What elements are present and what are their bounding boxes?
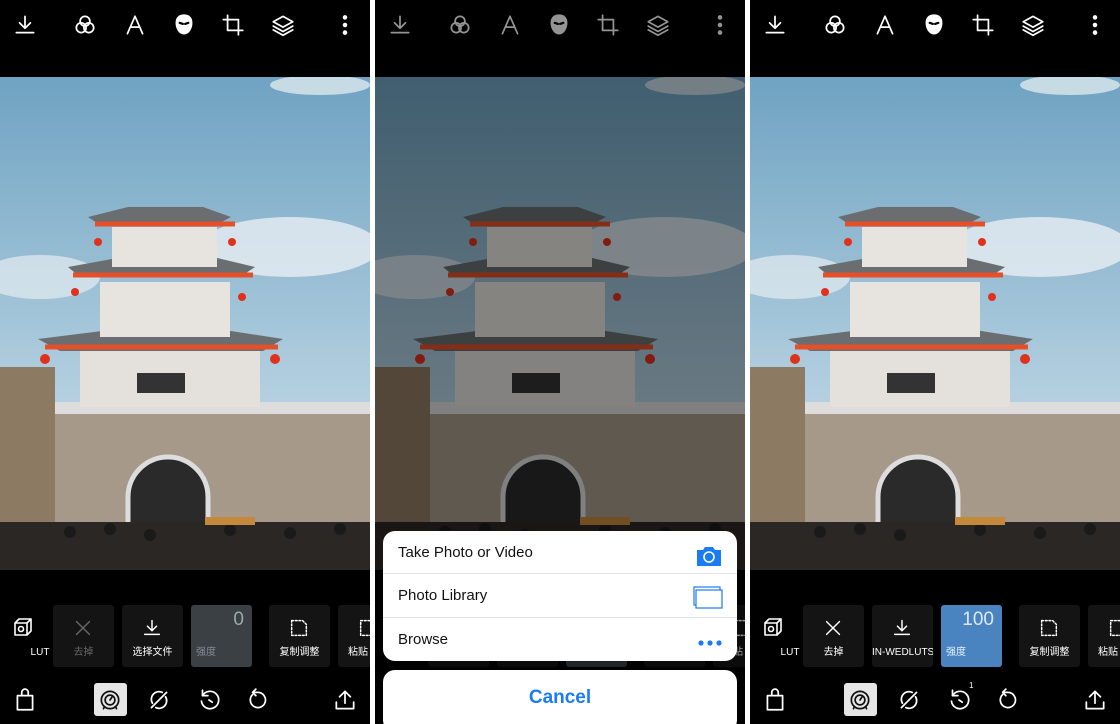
- bottom-toolbar: 1: [750, 681, 1120, 717]
- strength-slider[interactable]: 100 强度: [941, 605, 1002, 667]
- lut-tool[interactable]: LUT: [6, 605, 49, 667]
- shopping-bag-icon[interactable]: [762, 687, 788, 713]
- action-label: Photo Library: [398, 587, 488, 605]
- crop-icon[interactable]: [970, 12, 996, 38]
- undo-history-icon[interactable]: [946, 687, 972, 713]
- select-file-label: 选择文件: [132, 647, 173, 658]
- face-mask-icon[interactable]: [921, 12, 947, 38]
- layers-icon[interactable]: [1020, 12, 1046, 38]
- editor-picker-screen: LUT 去掉 选择文件 0 强度 复制调整 粘贴 Take Photo or V…: [375, 0, 745, 724]
- brush-off-icon[interactable]: [146, 687, 172, 713]
- redo-rotate-icon[interactable]: [245, 687, 271, 713]
- strength-value: 0: [233, 609, 244, 630]
- photo-canvas[interactable]: [0, 77, 370, 570]
- text-icon[interactable]: [872, 12, 898, 38]
- undo-count-badge: 1: [969, 681, 974, 690]
- strength-label: 强度: [196, 647, 216, 658]
- strength-slider[interactable]: 0 强度: [191, 605, 252, 667]
- lut-cube-icon: [761, 615, 785, 644]
- editor-after-screen: LUT 去掉 IN-WEDLUTS 100 强度 复制调整 粘贴 1: [750, 0, 1120, 724]
- adjust-dial-icon[interactable]: [97, 687, 123, 713]
- strength-label: 强度: [946, 647, 966, 658]
- download-icon[interactable]: [762, 12, 788, 38]
- action-sheet: Take Photo or Video Photo Library Browse: [383, 531, 737, 661]
- layers-icon[interactable]: [270, 12, 296, 38]
- lut-tool-row: LUT 去掉 IN-WEDLUTS 100 强度 复制调整 粘贴: [750, 605, 1120, 667]
- remove-label: 去掉: [823, 647, 844, 658]
- paste-label: 粘贴: [1098, 647, 1118, 658]
- remove-lut-button[interactable]: 去掉: [53, 605, 114, 667]
- photo-canvas[interactable]: [750, 77, 1120, 570]
- filters-icon[interactable]: [72, 12, 98, 38]
- paste-adjustments-button[interactable]: 粘贴: [338, 605, 370, 667]
- lut-label: LUT: [30, 647, 50, 658]
- copy-adjustments-button[interactable]: 复制调整: [269, 605, 330, 667]
- lut-tool[interactable]: LUT: [756, 605, 799, 667]
- lut-cube-icon: [11, 615, 35, 644]
- select-file-button[interactable]: IN-WEDLUTS: [872, 605, 933, 667]
- cancel-button[interactable]: Cancel: [383, 670, 737, 724]
- copy-label: 复制调整: [279, 647, 320, 658]
- bottom-toolbar: [0, 683, 370, 717]
- shopping-bag-icon[interactable]: [12, 687, 38, 713]
- more-vertical-icon[interactable]: [332, 12, 358, 38]
- lut-label: LUT: [780, 647, 800, 658]
- more-dots-icon: [697, 628, 723, 661]
- lut-tool-row: LUT 去掉 选择文件 0 强度 复制调整 粘贴: [0, 605, 370, 667]
- top-toolbar: [750, 0, 1120, 77]
- action-sheet-item[interactable]: Photo Library: [383, 574, 737, 618]
- copy-adjustments-button[interactable]: 复制调整: [1019, 605, 1080, 667]
- action-label: Take Photo or Video: [398, 544, 533, 561]
- download-icon[interactable]: [12, 12, 38, 38]
- select-file-label: IN-WEDLUTS: [872, 647, 933, 658]
- redo-rotate-icon[interactable]: [995, 687, 1021, 713]
- crop-icon[interactable]: [220, 12, 246, 38]
- text-icon[interactable]: [122, 12, 148, 38]
- filters-icon[interactable]: [822, 12, 848, 38]
- action-sheet-item[interactable]: Browse: [383, 618, 737, 661]
- paste-label: 粘贴: [348, 647, 368, 658]
- undo-history-icon[interactable]: [196, 687, 222, 713]
- face-mask-icon[interactable]: [171, 12, 197, 38]
- editor-before-screen: LUT 去掉 选择文件 0 强度 复制调整 粘贴: [0, 0, 370, 724]
- brush-off-icon[interactable]: [896, 687, 922, 713]
- strength-value: 100: [962, 609, 994, 630]
- share-icon[interactable]: [332, 687, 358, 713]
- remove-label: 去掉: [73, 647, 94, 658]
- top-toolbar: [0, 0, 370, 77]
- more-vertical-icon[interactable]: [1082, 12, 1108, 38]
- remove-lut-button[interactable]: 去掉: [803, 605, 864, 667]
- paste-adjustments-button[interactable]: 粘贴: [1088, 605, 1120, 667]
- select-file-button[interactable]: 选择文件: [122, 605, 183, 667]
- action-sheet-item[interactable]: Take Photo or Video: [383, 531, 737, 575]
- adjust-dial-icon[interactable]: [847, 687, 873, 713]
- action-label: Browse: [398, 630, 449, 648]
- share-icon[interactable]: [1082, 687, 1108, 713]
- copy-label: 复制调整: [1029, 647, 1070, 658]
